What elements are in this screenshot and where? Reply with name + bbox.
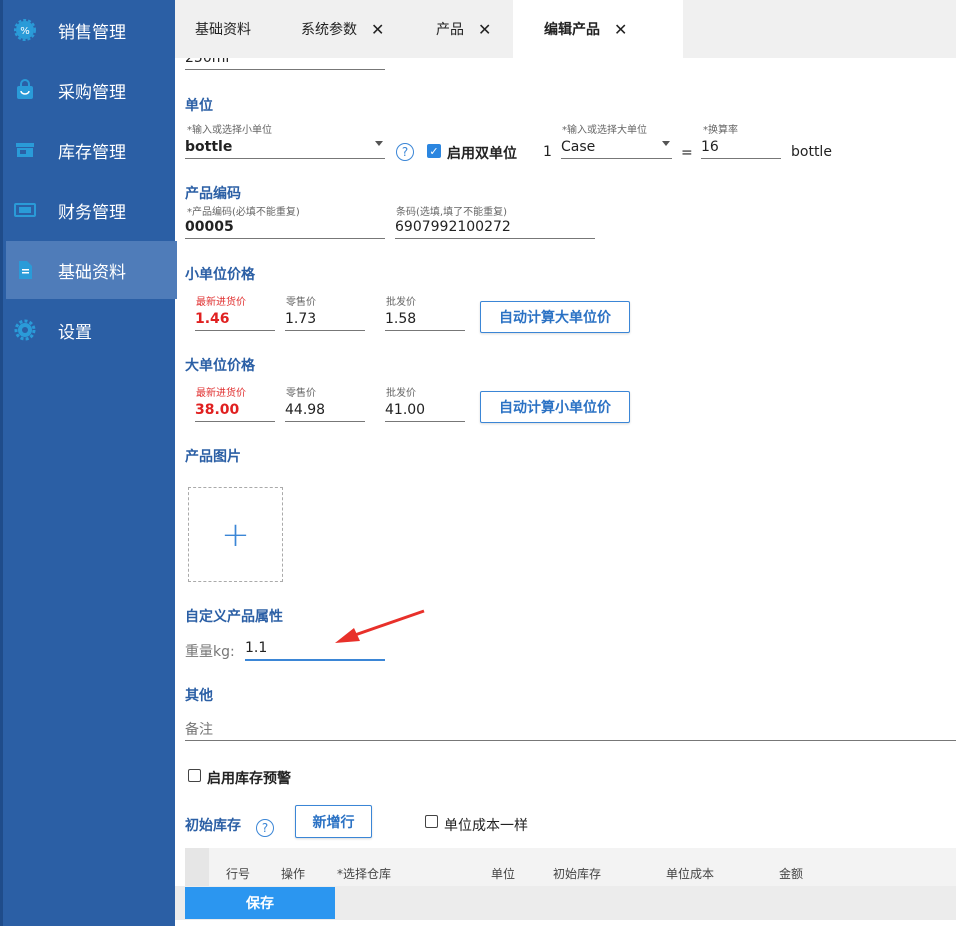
document-icon bbox=[14, 259, 36, 281]
unit-section-title: 单位 bbox=[185, 98, 213, 114]
sidebar-item-basic-data[interactable]: 基础资料 bbox=[6, 241, 177, 299]
stock-alert-checkbox[interactable] bbox=[188, 769, 201, 782]
tab-label: 系统参数 bbox=[301, 22, 357, 38]
initial-stock-table-header: 行号 操作 *选择仓库 单位 初始库存 单位成本 金额 bbox=[185, 848, 956, 886]
initial-stock-section-title: 初始库存 bbox=[185, 818, 241, 834]
sales-gear-icon: % bbox=[14, 19, 36, 41]
sidebar-item-settings[interactable]: 设置 bbox=[6, 301, 177, 359]
column-header: 单位 bbox=[491, 867, 516, 881]
column-header: *选择仓库 bbox=[337, 867, 392, 881]
unit-one: 1 bbox=[543, 144, 552, 160]
tab-basic-data[interactable]: 基础资料 bbox=[195, 0, 251, 58]
large-wholesale-input[interactable]: 41.00 bbox=[385, 398, 465, 422]
image-section-title: 产品图片 bbox=[185, 449, 241, 465]
small-latest-cost-input[interactable]: 1.46 bbox=[195, 307, 275, 331]
sidebar-item-sales[interactable]: % 销售管理 bbox=[6, 1, 177, 59]
money-bill-icon bbox=[14, 199, 36, 221]
shopping-bag-icon bbox=[14, 79, 36, 101]
tab-label: 产品 bbox=[436, 22, 464, 38]
tab-bar: 基础资料 系统参数 ✕ 产品 ✕ 编辑产品 ✕ bbox=[175, 0, 956, 58]
tab-label: 基础资料 bbox=[195, 22, 251, 38]
chevron-down-icon bbox=[662, 141, 670, 146]
auto-calc-small-price-button[interactable]: 自动计算小单位价 bbox=[480, 391, 630, 423]
sidebar-item-label: 库存管理 bbox=[58, 142, 126, 163]
small-unit-hint: *输入或选择小单位 bbox=[187, 125, 272, 136]
rate-input[interactable]: 16 bbox=[701, 135, 781, 159]
sidebar-item-purchase[interactable]: 采购管理 bbox=[6, 61, 177, 119]
save-button[interactable]: 保存 bbox=[185, 887, 335, 919]
large-retail-input[interactable]: 44.98 bbox=[285, 398, 365, 422]
help-icon[interactable]: ? bbox=[396, 143, 414, 161]
sidebar-item-label: 财务管理 bbox=[58, 202, 126, 223]
close-icon[interactable]: ✕ bbox=[614, 20, 627, 39]
barcode-input[interactable]: 6907992100272 bbox=[395, 215, 595, 239]
sidebar-item-inventory[interactable]: 库存管理 bbox=[6, 121, 177, 179]
wholesale-hint: 批发价 bbox=[386, 297, 416, 308]
small-wholesale-input[interactable]: 1.58 bbox=[385, 307, 465, 331]
store-icon bbox=[14, 139, 36, 161]
sidebar-item-label: 设置 bbox=[58, 322, 92, 343]
large-latest-cost-input[interactable]: 38.00 bbox=[195, 398, 275, 422]
arrow-annotation-icon bbox=[335, 609, 425, 643]
large-unit-hint: *输入或选择大单位 bbox=[562, 125, 647, 136]
column-header: 操作 bbox=[281, 867, 306, 881]
tab-edit-product[interactable]: 编辑产品 ✕ bbox=[513, 0, 683, 58]
latest-cost-hint: 最新进货价 bbox=[196, 297, 246, 308]
small-retail-input[interactable]: 1.73 bbox=[285, 307, 365, 331]
retail-hint: 零售价 bbox=[286, 388, 316, 399]
equals-sign: = bbox=[681, 145, 693, 161]
same-cost-label: 单位成本一样 bbox=[444, 818, 528, 834]
small-unit-select[interactable]: bottle bbox=[185, 135, 385, 159]
bottom-action-bar: 保存 bbox=[175, 886, 956, 920]
dual-unit-label: 启用双单位 bbox=[447, 146, 517, 162]
sidebar-item-label: 采购管理 bbox=[58, 82, 126, 103]
close-icon[interactable]: ✕ bbox=[478, 20, 491, 39]
chevron-down-icon bbox=[375, 141, 383, 146]
add-row-button[interactable]: 新增行 bbox=[295, 805, 372, 838]
small-price-section-title: 小单位价格 bbox=[185, 267, 255, 283]
retail-hint: 零售价 bbox=[286, 297, 316, 308]
large-unit-select[interactable]: Case bbox=[561, 135, 672, 159]
tab-products[interactable]: 产品 ✕ bbox=[436, 0, 491, 58]
help-icon[interactable]: ? bbox=[256, 819, 274, 837]
gear-icon bbox=[14, 319, 36, 341]
column-header: 行号 bbox=[226, 867, 251, 881]
image-upload-box[interactable]: + bbox=[188, 487, 283, 582]
rate-hint: *换算率 bbox=[703, 125, 738, 136]
product-code-input[interactable]: 00005 bbox=[185, 215, 385, 239]
rate-unit-label: bottle bbox=[791, 144, 832, 160]
svg-text:%: % bbox=[20, 26, 30, 37]
tab-label: 编辑产品 bbox=[544, 22, 600, 38]
plus-icon: + bbox=[221, 514, 250, 555]
custom-attr-section-title: 自定义产品属性 bbox=[185, 609, 283, 625]
same-cost-checkbox[interactable] bbox=[425, 815, 438, 828]
wholesale-hint: 批发价 bbox=[386, 388, 416, 399]
edit-product-form: 250ml 单位 *输入或选择小单位 bottle ? ✓ 启用双单位 1 *输… bbox=[175, 58, 956, 886]
dual-unit-checkbox[interactable]: ✓ bbox=[427, 144, 441, 158]
latest-cost-hint: 最新进货价 bbox=[196, 388, 246, 399]
sidebar-item-finance[interactable]: 财务管理 bbox=[6, 181, 177, 239]
remark-input[interactable]: 备注 bbox=[185, 717, 956, 741]
large-price-section-title: 大单位价格 bbox=[185, 358, 255, 374]
column-header: 初始库存 bbox=[553, 867, 602, 881]
stock-alert-label: 启用库存预警 bbox=[207, 771, 291, 787]
weight-label: 重量kg: bbox=[185, 644, 235, 660]
code-section-title: 产品编码 bbox=[185, 186, 241, 202]
close-icon[interactable]: ✕ bbox=[371, 20, 384, 39]
tab-system-params[interactable]: 系统参数 ✕ bbox=[301, 0, 384, 58]
spec-field[interactable]: 250ml bbox=[185, 58, 385, 70]
column-header: 单位成本 bbox=[666, 867, 715, 881]
sidebar: % 销售管理 采购管理 库存管理 财务管理 基础资料 设置 bbox=[0, 0, 177, 926]
other-section-title: 其他 bbox=[185, 688, 213, 704]
auto-calc-large-price-button[interactable]: 自动计算大单位价 bbox=[480, 301, 630, 333]
sidebar-item-label: 基础资料 bbox=[58, 262, 126, 283]
column-header: 金额 bbox=[779, 867, 804, 881]
sidebar-item-label: 销售管理 bbox=[58, 22, 126, 43]
